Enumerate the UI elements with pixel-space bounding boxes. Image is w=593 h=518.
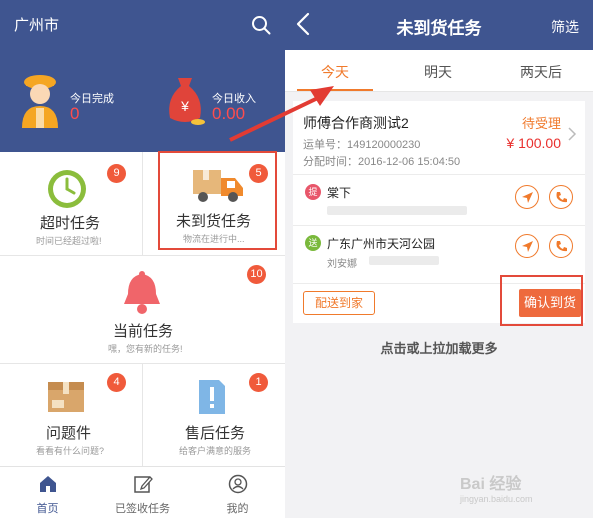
card-divider xyxy=(293,174,585,175)
home-icon xyxy=(40,476,56,492)
highlight-box xyxy=(158,151,277,250)
watermark-text: Bai 经验 xyxy=(460,476,522,493)
parcel-box-icon xyxy=(48,382,84,412)
dispatch-time: 分配时间：2016-12-06 15:04:50 xyxy=(303,156,461,168)
card-divider xyxy=(293,225,585,226)
notice-document-icon xyxy=(199,380,225,414)
problem-title: 问题件 xyxy=(46,425,92,442)
edit-note-icon xyxy=(134,476,153,493)
overtime-subtitle: 时间已经超过啦! xyxy=(36,236,102,246)
pickup-tag: 提 xyxy=(305,184,321,200)
problem-item-tile[interactable]: 4 问题件 看看有什么问题? xyxy=(0,364,142,466)
overtime-title: 超时任务 xyxy=(40,215,101,232)
current-subtitle: 嘿，您有新的任务! xyxy=(108,344,183,354)
call-button[interactable] xyxy=(549,185,573,209)
navigation-arrow-icon xyxy=(522,241,533,252)
pickup-address-redacted xyxy=(327,206,467,215)
home-header: 广州市 今日完成 0 ¥ 今日收入 0.00 xyxy=(0,0,285,152)
search-icon[interactable] xyxy=(251,15,271,35)
current-task-tile[interactable]: 10 当前任务 嘿，您有新的任务! xyxy=(0,256,285,363)
after-sale-subtitle: 给客户满意的服务 xyxy=(179,446,252,456)
date-tabs: 今天 明天 两天后 xyxy=(285,50,593,92)
partner-name: 师傅合作商测试2 xyxy=(303,115,409,131)
tab-home-label: 首页 xyxy=(36,503,59,515)
filter-button[interactable]: 筛选 xyxy=(551,17,579,37)
deliver-home-button[interactable]: 配送到家 xyxy=(303,291,375,315)
svg-text:¥: ¥ xyxy=(180,98,189,114)
phone-icon xyxy=(556,241,567,252)
problem-badge: 4 xyxy=(107,373,126,392)
watermark-url: jingyan.baidu.com xyxy=(460,494,533,504)
tab-signed[interactable]: 已签收任务 xyxy=(95,467,190,518)
today-done-value: 0 xyxy=(70,104,80,123)
delivery-contact: 刘安娜 xyxy=(327,259,357,270)
status-badge: 待受理 xyxy=(521,116,561,131)
delivery-name: 广东广州市天河公园 xyxy=(327,237,436,251)
tab-mine-label: 我的 xyxy=(226,503,249,515)
load-more-button[interactable]: 点击或上拉加载更多 xyxy=(285,338,593,357)
phone-redacted xyxy=(369,256,439,265)
after-sale-task-tile[interactable]: 1 售后任务 给客户满意的服务 xyxy=(143,364,285,466)
city-selector[interactable]: 广州市 xyxy=(14,14,59,35)
after-sale-title: 售后任务 xyxy=(185,425,246,442)
current-title: 当前任务 xyxy=(113,323,174,340)
watermark: Bai 经验 jingyan.baidu.com xyxy=(460,470,590,514)
order-number: 运单号：149120000230 xyxy=(303,139,421,151)
overtime-task-tile[interactable]: 9 超时任务 时间已经超过啦! xyxy=(0,152,142,255)
active-tab-indicator xyxy=(297,89,373,91)
delivery-tag: 送 xyxy=(305,235,321,251)
home-screen: 广州市 今日完成 0 ¥ 今日收入 0.00 9 超时任务 时间已经超过啦! 5… xyxy=(0,0,285,518)
tab-home[interactable]: 首页 xyxy=(0,467,95,518)
chevron-right-icon[interactable] xyxy=(567,127,577,141)
bottom-tab-bar: 首页 已签收任务 我的 xyxy=(0,466,285,518)
nav-bar: 未到货任务 筛选 xyxy=(285,0,593,50)
user-icon xyxy=(228,474,248,494)
phone-icon xyxy=(556,192,567,203)
current-badge: 10 xyxy=(247,265,266,284)
problem-subtitle: 看看有什么问题? xyxy=(36,446,105,456)
tab-today[interactable]: 今天 xyxy=(285,62,385,82)
tab-mine[interactable]: 我的 xyxy=(190,467,285,518)
price: ¥ 100.00 xyxy=(506,135,562,151)
courier-avatar-icon xyxy=(22,75,58,128)
today-income-value: 0.00 xyxy=(212,104,246,123)
overtime-badge: 9 xyxy=(107,164,126,183)
highlight-box xyxy=(500,275,583,326)
tab-signed-label: 已签收任务 xyxy=(115,503,170,515)
call-button[interactable] xyxy=(549,234,573,258)
clock-icon xyxy=(48,170,86,208)
bell-icon xyxy=(124,271,160,314)
navigate-button[interactable] xyxy=(515,185,539,209)
after-sale-badge: 1 xyxy=(249,373,268,392)
money-bag-icon: ¥ xyxy=(169,78,205,125)
tab-tomorrow[interactable]: 明天 xyxy=(388,62,488,82)
tab-after-two-days[interactable]: 两天后 xyxy=(491,62,591,82)
pickup-name: 棠下 xyxy=(327,186,352,200)
not-arrived-screen: 未到货任务 筛选 今天 明天 两天后 师傅合作商测试2 待受理 运单号：1491… xyxy=(285,0,593,518)
navigate-button[interactable] xyxy=(515,234,539,258)
navigation-arrow-icon xyxy=(522,192,533,203)
page-title: 未到货任务 xyxy=(396,19,482,38)
